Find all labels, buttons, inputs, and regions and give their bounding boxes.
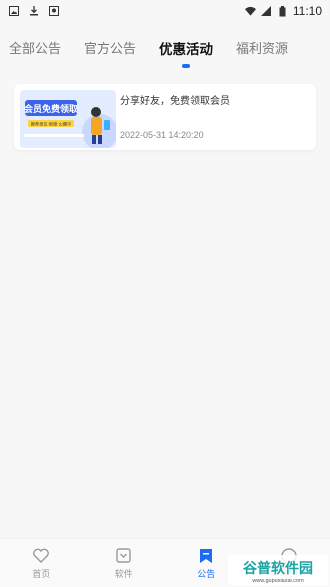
tab-all-announcements[interactable]: 全部公告	[9, 36, 61, 66]
nav-announcements-label: 公告	[197, 567, 215, 580]
announcement-thumbnail: 会员免费领取 推荐单位·新推·火爆中	[20, 90, 116, 148]
announcement-title: 分享好友，免费领取会员	[120, 92, 230, 107]
nav-software-label: 软件	[115, 567, 133, 580]
box-icon	[115, 547, 133, 565]
bookmark-icon	[197, 547, 215, 565]
nav-home[interactable]: 首页	[0, 539, 83, 587]
tab-official-announcements[interactable]: 官方公告	[84, 36, 136, 66]
bottom-navigation: 首页 软件 公告 我的	[0, 538, 330, 587]
nav-home-label: 首页	[32, 567, 50, 580]
tab-promotions[interactable]: 优惠活动	[159, 36, 213, 66]
user-icon	[280, 547, 298, 565]
nav-profile-label: 我的	[280, 567, 298, 580]
wifi-icon	[245, 6, 256, 17]
nav-software[interactable]: 软件	[83, 539, 166, 587]
thumbnail-title: 会员免费领取	[24, 103, 79, 115]
status-bar: 11:10	[0, 0, 330, 22]
thumbnail-subtitle: 推荐单位·新推·火爆中	[31, 121, 71, 128]
tab-welfare-resources[interactable]: 福利资源	[236, 36, 288, 66]
nav-announcements[interactable]: 公告	[165, 539, 248, 587]
tab-promotions-label: 优惠活动	[159, 42, 213, 58]
active-tab-indicator	[182, 64, 190, 68]
signal-icon	[261, 6, 272, 17]
heart-icon	[32, 547, 50, 565]
status-system: 11:10	[245, 4, 322, 18]
nav-profile[interactable]: 我的	[248, 539, 330, 587]
image-icon	[8, 6, 19, 17]
status-notifications	[8, 6, 59, 17]
announcement-date: 2022-05-31 14:20:20	[120, 130, 204, 140]
download-icon	[28, 6, 39, 17]
photo-icon	[48, 6, 59, 17]
battery-icon	[277, 6, 288, 17]
announcement-card[interactable]: 会员免费领取 推荐单位·新推·火爆中 分享好友，免费领取会员 2022-05-3…	[14, 84, 316, 150]
status-time: 11:10	[293, 4, 322, 18]
category-tabs: 全部公告 官方公告 优惠活动 福利资源	[0, 36, 330, 72]
